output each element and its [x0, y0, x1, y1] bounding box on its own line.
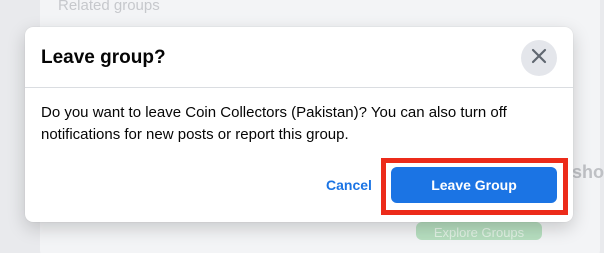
close-icon — [531, 48, 547, 69]
cancel-button[interactable]: Cancel — [326, 177, 372, 193]
close-button[interactable] — [521, 40, 557, 76]
leave-group-button[interactable]: Leave Group — [391, 167, 557, 203]
background-side-text: sho — [572, 162, 604, 182]
dialog-title: Leave group? — [41, 47, 166, 68]
dialog-message: Do you want to leave Coin Collectors (Pa… — [41, 104, 507, 143]
dialog-divider — [25, 87, 573, 88]
leave-group-dialog: Leave group? Do you want to leave Coin C… — [25, 27, 573, 222]
related-groups-heading: Related groups — [58, 0, 160, 14]
explore-groups-button: Explore Groups — [416, 222, 542, 240]
